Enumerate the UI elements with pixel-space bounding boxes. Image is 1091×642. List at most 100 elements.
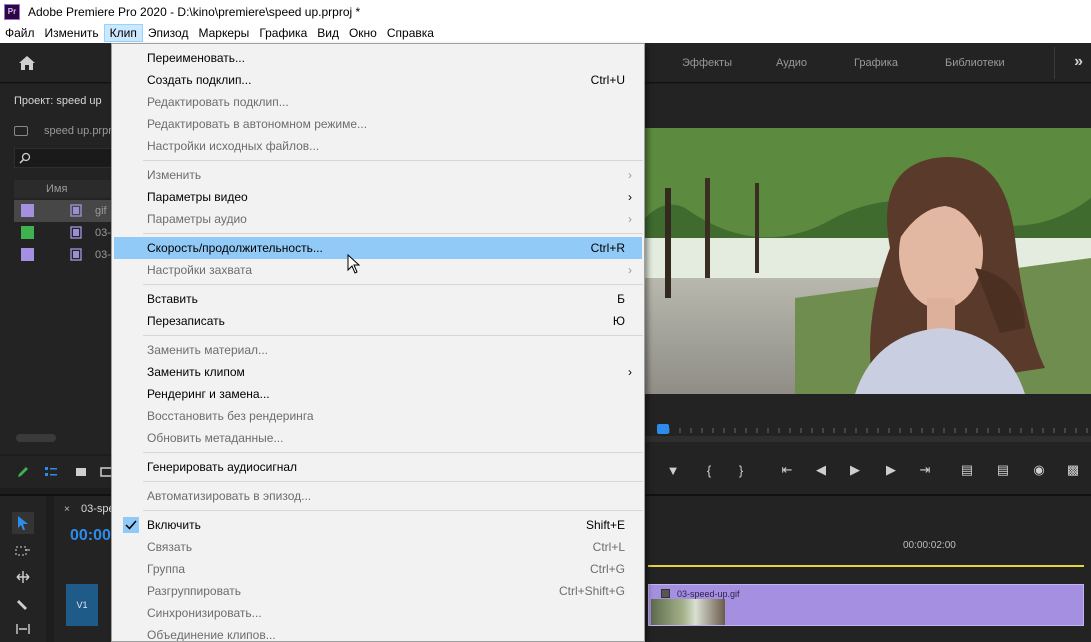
title-bar: Pr Adobe Premiere Pro 2020 - D:\kino\pre… (0, 0, 1091, 23)
workspace-more-icon[interactable]: » (1074, 53, 1083, 71)
submenu-arrow-icon: › (628, 190, 632, 204)
step-back-icon[interactable]: ◀ (811, 460, 831, 480)
icon-view-icon[interactable] (74, 465, 88, 479)
compare-view-icon[interactable]: ▩ (1063, 460, 1083, 480)
timeline-tab[interactable]: 03-spe (81, 503, 115, 515)
menu-8[interactable]: Справка (382, 24, 439, 42)
menu-bar: Файл Изменить Клип Эпизод Маркеры Графика Вид О… (0, 23, 1091, 43)
tools-panel (0, 496, 46, 642)
workspace-tab-libraries[interactable]: Библиотеки (945, 57, 1005, 69)
project-row[interactable]: gif (14, 200, 112, 222)
razor-tool-icon[interactable] (12, 594, 34, 616)
video-preview[interactable] (645, 128, 1091, 394)
menu-3[interactable]: Эпизод (143, 24, 194, 42)
workspace-tab-audio[interactable]: Аудио (776, 57, 807, 69)
pencil-icon[interactable] (16, 465, 30, 479)
go-to-in-icon[interactable]: ⇤ (777, 460, 797, 480)
project-search-input[interactable] (14, 148, 112, 168)
menu-item-label: Обновить метаданные... (147, 431, 284, 445)
project-row[interactable]: 03- (14, 244, 112, 266)
project-file-icon (14, 126, 28, 136)
menu-item-10[interactable]: Вставить Б (114, 288, 642, 310)
label-color-swatch[interactable] (21, 204, 34, 217)
export-frame-icon[interactable]: ◉ (1029, 460, 1049, 480)
menu-item-6[interactable]: Параметры видео › (114, 186, 642, 208)
go-to-out-icon[interactable]: ⇥ (915, 460, 935, 480)
menu-2[interactable]: Клип (103, 24, 143, 42)
menu-separator (143, 452, 643, 453)
menu-item-9: Настройки захвата › (114, 259, 642, 281)
menu-item-11[interactable]: Перезаписать Ю (114, 310, 642, 332)
menu-item-5: Изменить › (114, 164, 642, 186)
track-select-tool-icon[interactable] (12, 540, 34, 562)
menu-item-17[interactable]: Генерировать аудиосигнал (114, 456, 642, 478)
clip-fx-icon (661, 589, 670, 598)
mouse-cursor-icon (347, 254, 361, 274)
menu-item-14[interactable]: Рендеринг и замена... (114, 383, 642, 405)
menu-item-shortcut: Ctrl+U (590, 73, 625, 87)
menu-1[interactable]: Изменить (40, 24, 104, 42)
workspace-tab-graphics[interactable]: Графика (854, 57, 898, 69)
submenu-arrow-icon: › (628, 365, 632, 379)
mark-out-icon[interactable]: } (731, 460, 751, 480)
playhead-marker[interactable] (657, 424, 669, 434)
project-row[interactable]: 03- (14, 222, 112, 244)
menu-item-2: Редактировать подклип... (114, 91, 642, 113)
menu-item-13[interactable]: Заменить клипом › (114, 361, 642, 383)
workspace-tab-effects[interactable]: Эффекты (682, 57, 732, 69)
project-row-name: gif (95, 205, 107, 217)
menu-6[interactable]: Вид (312, 24, 344, 42)
ripple-edit-tool-icon[interactable] (12, 566, 34, 588)
menu-item-8[interactable]: Скорость/продолжительность... Ctrl+R (114, 237, 642, 259)
menu-item-3: Редактировать в автономном режиме... (114, 113, 642, 135)
timeline-clip[interactable]: 03-speed-up.gif (648, 584, 1084, 626)
menu-item-12: Заменить материал... (114, 339, 642, 361)
menu-item-label: Синхронизировать... (147, 606, 262, 620)
ruler-ticks (645, 428, 1091, 442)
work-area-bar[interactable] (648, 565, 1084, 567)
track-v1-label[interactable]: V1 (66, 584, 98, 626)
menu-item-22: Разгруппировать Ctrl+Shift+G (114, 580, 642, 602)
play-icon[interactable]: ▶ (845, 460, 865, 480)
menu-item-label: Создать подклип... (147, 73, 252, 87)
menu-item-19[interactable]: Включить Shift+E (114, 514, 642, 536)
menu-item-label: Скорость/продолжительность... (147, 241, 323, 255)
menu-item-label: Включить (147, 518, 201, 532)
menu-4[interactable]: Маркеры (193, 24, 254, 42)
step-forward-icon[interactable]: ▶ (881, 460, 901, 480)
menu-item-0[interactable]: Переименовать... (114, 47, 642, 69)
menu-separator (143, 335, 643, 336)
lift-icon[interactable]: ▤ (957, 460, 977, 480)
list-view-icon[interactable] (44, 465, 58, 479)
menu-item-shortcut: Ю (612, 314, 625, 328)
menu-5[interactable]: Графика (254, 24, 312, 42)
project-toolbar (0, 456, 114, 488)
menu-item-1[interactable]: Создать подклип... Ctrl+U (114, 69, 642, 91)
menu-7[interactable]: Окно (344, 24, 382, 42)
menu-item-label: Редактировать подклип... (147, 95, 289, 109)
add-marker-icon[interactable]: ▼ (663, 460, 683, 480)
menu-item-label: Восстановить без рендеринга (147, 409, 314, 423)
column-name-label[interactable]: Имя (46, 183, 67, 195)
menu-item-label: Автоматизировать в эпизод... (147, 489, 312, 503)
menu-0[interactable]: Файл (0, 24, 40, 42)
program-time-ruler[interactable] (645, 424, 1091, 444)
mark-in-icon[interactable]: { (699, 460, 719, 480)
timeline-timecode[interactable]: 00:00 (70, 527, 111, 545)
menu-item-23: Синхронизировать... (114, 602, 642, 624)
extract-icon[interactable]: ▤ (993, 460, 1013, 480)
slip-tool-icon[interactable] (12, 618, 34, 640)
label-color-swatch[interactable] (21, 226, 34, 239)
window-title: Adobe Premiere Pro 2020 - D:\kino\premie… (28, 4, 361, 19)
selection-tool-icon[interactable] (12, 512, 34, 534)
project-scrollbar[interactable] (16, 434, 56, 442)
menu-item-label: Редактировать в автономном режиме... (147, 117, 368, 131)
project-title[interactable]: Проект: speed up (14, 95, 102, 107)
project-row-name: 03- (95, 227, 111, 239)
menu-item-20: Связать Ctrl+L (114, 536, 642, 558)
label-color-swatch[interactable] (21, 248, 34, 261)
timeline-close-icon[interactable]: × (64, 504, 70, 515)
home-icon[interactable] (18, 55, 36, 71)
menu-item-4: Настройки исходных файлов... (114, 135, 642, 157)
menu-item-label: Настройки исходных файлов... (147, 139, 320, 153)
